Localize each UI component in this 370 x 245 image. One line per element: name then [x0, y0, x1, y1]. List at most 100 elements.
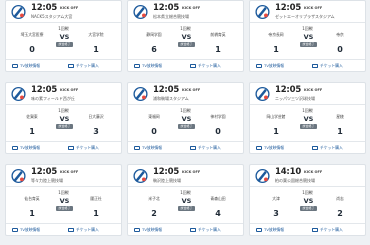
- divider: [6, 22, 121, 23]
- ticket-purchase-link[interactable]: チケット購入: [312, 144, 343, 151]
- tv-info-link[interactable]: TV放映情報: [256, 226, 284, 233]
- tournament-logo-icon: [254, 4, 271, 20]
- match-header: 12:05 KICK OFF 松本県立総合競技場: [128, 1, 243, 22]
- away-score: 0: [337, 45, 343, 54]
- ticket-purchase-link[interactable]: チケット購入: [190, 226, 221, 233]
- home-team-name[interactable]: 大津: [261, 196, 291, 202]
- away-team-name[interactable]: 星稜: [325, 114, 355, 120]
- kickoff-time: 14:10: [275, 167, 302, 177]
- vs-label: VS: [181, 33, 192, 41]
- match-card[interactable]: 12:05 KICK OFF 松本県立総合競技場 1回戦 静岡学園 VS 前橋育英 試合終了 6…: [127, 0, 244, 72]
- away-score: 3: [93, 127, 99, 136]
- ticket-purchase-link[interactable]: チケット購入: [190, 144, 221, 151]
- tv-info-link[interactable]: TV放映情報: [12, 144, 40, 151]
- match-card[interactable]: 12:05 KICK OFF ゼットエーオリプラザスタジアム 1回戦 帝京長岡 VS 帝京試…: [249, 0, 366, 72]
- vs-label: VS: [59, 197, 70, 205]
- home-team-name[interactable]: 静岡学園: [139, 32, 169, 38]
- tv-info-link[interactable]: TV放映情報: [256, 144, 284, 151]
- away-team-name[interactable]: 青森山田: [203, 196, 233, 202]
- away-score: 1: [93, 209, 99, 218]
- tv-info-link[interactable]: TV放映情報: [12, 226, 40, 233]
- divider: [128, 22, 243, 23]
- kickoff-label: KICK OFF: [304, 88, 323, 92]
- match-card[interactable]: 12:05 KICK OFF 駒沢陸上競技場 1回戦 米子北 VS 青森山田 試合終了 2 4 TV…: [127, 164, 244, 236]
- match-header: 12:05 KICK OFF 浦和駒場スタジアム: [128, 83, 243, 104]
- away-score: 1: [337, 127, 343, 136]
- home-team-name[interactable]: 岡山学芸館: [261, 114, 291, 120]
- venue-name: 駒沢陸上競技場: [153, 178, 181, 183]
- venue-name: ゼットエーオリプラザスタジアム: [275, 14, 335, 19]
- match-card[interactable]: 12:05 KICK OFF 浦和駒場スタジアム 1回戦 東福岡 VS 神村学園 試合終了 0 0…: [127, 82, 244, 154]
- kickoff-label: KICK OFF: [182, 6, 201, 10]
- tv-info-label: TV放映情報: [264, 227, 285, 232]
- match-card[interactable]: 12:05 KICK OFF 等々力陸上競技場 1回戦 仙台育英 VS 履正社 試合終了 1 1 T…: [5, 164, 122, 236]
- divider: [128, 223, 243, 224]
- home-team-name[interactable]: 帝京長岡: [261, 32, 291, 38]
- kickoff-time: 12:05: [275, 85, 302, 95]
- ticket-icon: [68, 64, 74, 68]
- away-team-name[interactable]: 大宮学院: [81, 32, 111, 38]
- home-team-name[interactable]: 佐賀東: [17, 114, 47, 120]
- tv-info-link[interactable]: TV放映情報: [12, 62, 40, 69]
- home-team-name[interactable]: 東福岡: [139, 114, 169, 120]
- ticket-icon: [190, 228, 196, 232]
- match-card[interactable]: 12:05 KICK OFF 味の素フィールド西が丘 1回戦 佐賀東 VS 日大藤沢 試合終了…: [5, 82, 122, 154]
- ticket-purchase-link[interactable]: チケット購入: [68, 62, 99, 69]
- tv-icon: [256, 146, 262, 150]
- away-team-name[interactable]: 神村学園: [203, 114, 233, 120]
- divider: [6, 104, 121, 105]
- tv-icon: [134, 64, 140, 68]
- tournament-logo-icon: [10, 86, 27, 102]
- home-team-name[interactable]: 仙台育英: [17, 196, 47, 202]
- match-header: 12:05 KICK OFF ゼットエーオリプラザスタジアム: [250, 1, 365, 22]
- away-score: 1: [93, 45, 99, 54]
- home-team-name[interactable]: 埼玉大宮医療: [17, 32, 47, 38]
- tv-info-label: TV放映情報: [142, 227, 163, 232]
- ticket-purchase-link[interactable]: チケット購入: [312, 226, 343, 233]
- match-card[interactable]: 12:05 KICK OFF ニッパツ三ツ沢球技場 1回戦 岡山学芸館 VS 星稜 試合終了 1…: [249, 82, 366, 154]
- tv-info-label: TV放映情報: [20, 227, 41, 232]
- away-team-name[interactable]: 日大藤沢: [81, 114, 111, 120]
- status-badge: 試合終了: [56, 124, 73, 129]
- away-team-name[interactable]: 履正社: [81, 196, 111, 202]
- away-team-name[interactable]: 前橋育英: [203, 32, 233, 38]
- tv-info-link[interactable]: TV放映情報: [134, 144, 162, 151]
- away-score: 0: [215, 127, 221, 136]
- ticket-purchase-link[interactable]: チケット購入: [68, 226, 99, 233]
- status-badge: 試合終了: [300, 42, 317, 47]
- kickoff-label: KICK OFF: [304, 170, 323, 174]
- away-team-name[interactable]: 尚志: [325, 196, 355, 202]
- venue-name: 柏の葉公園総合競技場: [275, 178, 315, 183]
- tournament-logo-icon: [132, 86, 149, 102]
- venue-name: 浦和駒場スタジアム: [153, 96, 189, 101]
- ticket-purchase-link[interactable]: チケット購入: [68, 144, 99, 151]
- match-card[interactable]: 12:05 KICK OFF NACK5スタジアム大宮 1回戦 埼玉大宮医療 VS 大宮学院…: [5, 0, 122, 72]
- tv-info-link[interactable]: TV放映情報: [256, 62, 284, 69]
- ticket-icon: [190, 146, 196, 150]
- tournament-logo-icon: [132, 4, 149, 20]
- kickoff-time: 12:05: [31, 167, 58, 177]
- ticket-purchase-link[interactable]: チケット購入: [190, 62, 221, 69]
- divider: [6, 141, 121, 142]
- tv-info-label: TV放映情報: [20, 145, 41, 150]
- divider: [250, 141, 365, 142]
- divider: [250, 22, 365, 23]
- ticket-purchase-link[interactable]: チケット購入: [312, 62, 343, 69]
- tv-info-label: TV放映情報: [142, 145, 163, 150]
- divider: [250, 223, 365, 224]
- round-label: 1回戦: [302, 190, 313, 195]
- status-badge: 試合終了: [56, 206, 73, 211]
- tv-info-link[interactable]: TV放映情報: [134, 62, 162, 69]
- ticket-purchase-label: チケット購入: [76, 145, 99, 150]
- tv-info-link[interactable]: TV放映情報: [134, 226, 162, 233]
- match-card[interactable]: 14:10 KICK OFF 柏の葉公園総合競技場 1回戦 大津 VS 尚志 試合終了 3 2 TV…: [249, 164, 366, 236]
- ticket-purchase-label: チケット購入: [198, 227, 221, 232]
- kickoff-label: KICK OFF: [182, 170, 201, 174]
- away-team-name[interactable]: 帝京: [325, 32, 355, 38]
- match-header: 14:10 KICK OFF 柏の葉公園総合競技場: [250, 165, 365, 186]
- home-team-name[interactable]: 米子北: [139, 196, 169, 202]
- tv-icon: [134, 228, 140, 232]
- tv-info-label: TV放映情報: [20, 63, 41, 68]
- vs-label: VS: [59, 115, 70, 123]
- tv-icon: [12, 146, 18, 150]
